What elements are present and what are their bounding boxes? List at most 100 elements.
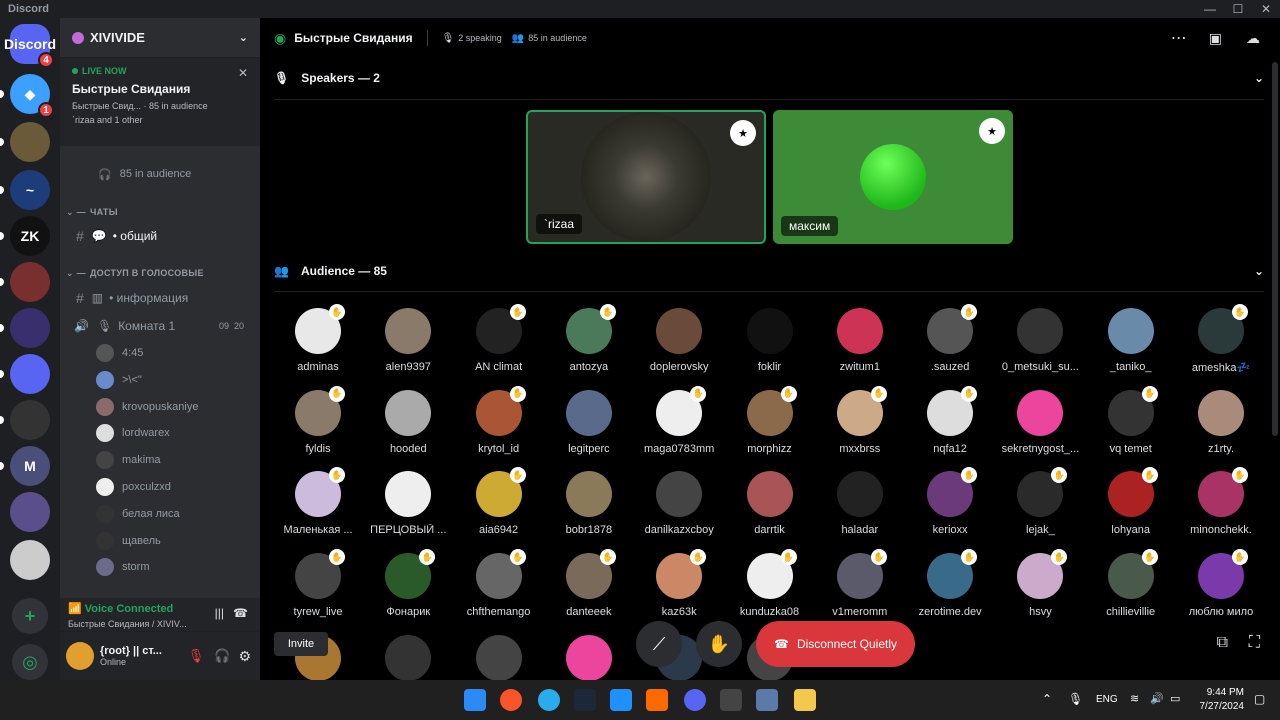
wifi-icon[interactable]: ≋ [1130,692,1139,705]
audience-member[interactable]: legitperc [544,389,634,468]
voice-channel-room1[interactable]: 🔊 🎙 Комната 1 09 20 [60,316,260,336]
app-icon[interactable] [610,689,632,711]
audience-member[interactable]: ✋ ameshka💤 [1176,304,1266,386]
voice-member[interactable]: makima [60,450,260,470]
audience-member[interactable]: ✋ maga0783mm [634,385,724,468]
audience-member[interactable]: ✋ люблю мило [1176,549,1266,631]
avatar[interactable] [66,642,94,670]
scrollbar[interactable] [1272,62,1278,436]
audience-member[interactable]: z1rty. [1176,389,1266,468]
audience-member[interactable]: ✋ nqfa12 [905,385,995,468]
language-indicator[interactable]: ENG [1096,694,1118,705]
audience-member[interactable]: hooded [363,389,453,468]
voice-status[interactable]: 📶 Voice Connected [68,602,252,615]
notification-icon[interactable]: ▢ [1254,692,1265,706]
clock-time[interactable]: 9:44 PM [1200,686,1244,700]
category-chats[interactable]: ⌄ — ЧАТЫ [60,202,260,222]
audience-member[interactable]: ✋ lohyana [1086,467,1176,549]
disconnect-icon[interactable]: ☎ [233,606,248,620]
guild-header[interactable]: XIVIVIDE ⌄ [60,18,260,58]
voice-location[interactable]: Быстрые Свидания / XIVIV... [68,619,252,629]
server-icon[interactable] [10,122,50,162]
audience-member[interactable]: ✋ hsvy [995,549,1085,631]
user-name[interactable]: {root} || ст... [100,645,183,657]
audience-member[interactable]: 0_metsuki_su... [995,308,1085,386]
audience-member[interactable]: ✋ chfthemango [454,549,544,631]
audience-member[interactable]: ✋ chillievillie [1086,549,1176,631]
audience-member[interactable]: ✋ tyrew_live [273,549,363,631]
more-icon[interactable]: ⋯ [1171,28,1187,48]
server-icon[interactable] [10,308,50,348]
speaker-tile[interactable]: ★ `rizaa [526,110,766,244]
server-icon[interactable]: ZK [10,216,50,256]
voice-member[interactable]: poxculzxd [60,477,260,497]
chevron-down-icon[interactable]: ⌄ [1254,71,1264,85]
minimize-icon[interactable]: — [1196,2,1224,16]
audience-member[interactable]: zwitum1 [815,308,905,386]
app-icon[interactable] [756,689,778,711]
audience-count-row[interactable]: 🎧 85 in audience [60,164,260,184]
battery-icon[interactable]: ▭ [1170,692,1180,705]
server-icon[interactable] [10,262,50,302]
voice-member[interactable]: щавель [60,531,260,551]
app-icon[interactable] [646,689,668,711]
server-icon[interactable]: ~ [10,170,50,210]
audience-member[interactable]: ✋ mxxbrss [815,385,905,468]
audience-member[interactable]: ✋ morphizz [725,385,815,468]
close-icon[interactable]: ✕ [1252,2,1280,16]
audience-header[interactable]: 👥 Audience — 85 ⌄ [274,261,1264,281]
audience-member[interactable]: bobr1878 [544,471,634,549]
fullscreen-icon[interactable]: ⛶ [1249,634,1260,652]
audience-member[interactable]: sekretnygost_... [995,389,1085,468]
audience-member[interactable]: ✋ kunduzka08 [725,549,815,631]
maximize-icon[interactable]: ☐ [1224,2,1252,16]
mic-muted-icon[interactable]: 🎙 [188,648,205,664]
threads-icon[interactable]: ☁ [1246,30,1260,47]
popout-icon[interactable]: ⧉ [1217,634,1228,652]
volume-icon[interactable]: 🔊 [1150,692,1164,705]
voice-member[interactable]: белая лиса [60,504,260,524]
audience-member[interactable]: ✋ kaz63k [634,549,724,631]
chevron-down-icon[interactable]: ⌄ [239,31,248,44]
voice-member[interactable]: 4:45 [60,343,260,363]
voice-member[interactable]: lordwarex [60,423,260,443]
audience-member[interactable]: ✋ lejak_ [995,467,1085,549]
audience-member[interactable]: ✋ vq temet [1086,385,1176,468]
mic-icon[interactable]: 🎙 [1068,692,1083,706]
raise-hand-button[interactable]: ✋ [696,621,742,667]
disconnect-quietly-button[interactable]: ☎ Disconnect Quietly [756,621,915,667]
speakers-header[interactable]: 🎙 Speakers — 2 ⌄ [274,68,1264,88]
mic-off-button[interactable]: ⟋ [636,621,682,667]
server-icon[interactable]: M [10,446,50,486]
clock-date[interactable]: 7/27/2024 [1200,700,1245,714]
server-icon[interactable] [10,492,50,532]
audience-member[interactable]: ✋ AN climat [454,304,544,386]
audience-member[interactable]: ✋ Фонарик [363,549,453,631]
channel-general[interactable]: # 💬 • общий [60,226,260,246]
discord-icon[interactable] [684,689,706,711]
chevron-down-icon[interactable]: ⌄ [1254,264,1264,278]
close-icon[interactable]: ✕ [238,66,248,80]
soundboard-icon[interactable]: ||| [215,606,224,620]
audience-member[interactable]: ✋ aia6942 [454,467,544,549]
brave-icon[interactable] [500,689,522,711]
audience-member[interactable]: ✋ zerotime.dev [905,549,995,631]
audience-member[interactable]: foklir [725,308,815,386]
audience-member[interactable]: ✋ danteeek [544,549,634,631]
audience-member[interactable]: ✋ adminas [273,304,363,386]
audience-member[interactable]: alen9397 [363,308,453,386]
audience-member[interactable]: doplerovsky [634,308,724,386]
gear-icon[interactable]: ⚙ [238,648,251,665]
popout-icon[interactable]: ▣ [1209,30,1222,47]
audience-member[interactable]: darrtik [725,471,815,549]
add-server-button[interactable]: + [12,598,48,634]
server-icon[interactable] [10,354,50,394]
start-icon[interactable] [464,689,486,711]
voice-member[interactable]: storm [60,557,260,577]
server-icon[interactable] [10,400,50,440]
voice-member[interactable]: krovopuskaniye [60,397,260,417]
server-icon[interactable]: ◆ 1 [10,74,54,118]
live-stage-card[interactable]: LIVE NOW Быстрые Свидания Быстрые Свид..… [60,58,260,146]
audience-member[interactable]: _taniko_ [1086,308,1176,386]
audience-member[interactable]: haladar [815,471,905,549]
